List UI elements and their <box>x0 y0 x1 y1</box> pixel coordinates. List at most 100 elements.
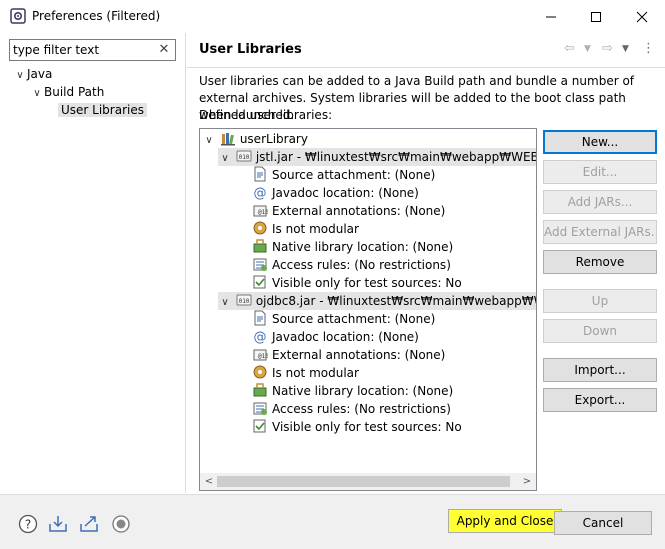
native-library-row[interactable]: Native library location: (None) <box>252 382 453 400</box>
horizontal-scrollbar[interactable]: < > <box>200 473 536 490</box>
add-external-jars-button[interactable]: Add External JARs... <box>543 220 657 244</box>
native-library-row[interactable]: Native library location: (None) <box>252 238 453 256</box>
source-attachment-label: Source attachment: (None) <box>272 312 436 326</box>
module-row[interactable]: Is not modular <box>252 364 359 382</box>
minimize-button[interactable] <box>528 0 574 33</box>
edit-button[interactable]: Edit... <box>543 160 657 184</box>
dialog-footer: ? Apply and Close Cancel <box>0 494 665 549</box>
test-visibility-icon <box>253 275 266 289</box>
test-visibility-row[interactable]: Visible only for test sources: No <box>252 418 462 436</box>
page-navigation: ⇦ ▼ ⇨ ▼ ⋮ <box>562 41 658 59</box>
annotations-icon: @10 <box>253 205 268 217</box>
native-library-label: Native library location: (None) <box>272 384 454 398</box>
add-jars-button[interactable]: Add JARs... <box>543 190 657 214</box>
svg-text:010: 010 <box>238 298 249 305</box>
access-rules-row[interactable]: Access rules: (No restrictions) <box>252 400 451 418</box>
title-bar: Preferences (Filtered) <box>0 0 665 33</box>
jar-label: jstl.jar - ₩linuxtest₩src₩main₩webapp₩WE… <box>255 150 536 164</box>
back-arrow-icon[interactable]: ⇦ <box>564 41 575 56</box>
close-icon <box>636 11 648 22</box>
library-row[interactable]: ∨ userLibrary <box>202 130 308 148</box>
filter-field[interactable]: ✕ <box>9 39 176 61</box>
scrollbar-thumb[interactable] <box>217 476 510 487</box>
jar-row[interactable]: ∨ 010 jstl.jar - ₩linuxtest₩src₩main₩web… <box>218 148 536 166</box>
export-preferences-icon[interactable] <box>79 514 99 534</box>
user-libraries-tree[interactable]: ∨ userLibrary ∨ 010 jstl.jar - ₩linuxtes… <box>199 128 537 491</box>
javadoc-icon: @ <box>254 330 267 344</box>
chevron-down-icon[interactable]: ▼ <box>622 44 629 54</box>
tree-node-label: Java <box>27 67 53 81</box>
javadoc-icon: @ <box>254 186 267 200</box>
javadoc-row[interactable]: @ Javadoc location: (None) <box>252 184 419 202</box>
tree-node-java[interactable]: ∨ Java <box>13 65 52 83</box>
tree-node-build-path[interactable]: ∨ Build Path <box>30 83 104 101</box>
svg-text:010: 010 <box>238 154 249 161</box>
jar-icon: 010 <box>236 294 252 306</box>
tree-node-label: Build Path <box>44 85 105 99</box>
remove-button[interactable]: Remove <box>543 250 657 274</box>
page-title: User Libraries <box>199 42 302 57</box>
preferences-icon <box>10 8 26 24</box>
native-library-icon <box>253 383 267 397</box>
access-rules-row[interactable]: Access rules: (No restrictions) <box>252 256 451 274</box>
chevron-down-icon[interactable]: ∨ <box>13 67 27 85</box>
external-annotations-row[interactable]: @10 External annotations: (None) <box>252 346 445 364</box>
svg-text:?: ? <box>25 518 31 532</box>
forward-arrow-icon[interactable]: ⇨ <box>602 41 613 56</box>
minimize-icon <box>546 16 556 17</box>
module-label: Is not modular <box>272 222 359 236</box>
chevron-down-icon[interactable]: ▼ <box>584 44 591 54</box>
native-library-icon <box>253 239 267 253</box>
more-options-icon[interactable]: ⋮ <box>642 41 655 56</box>
chevron-down-icon[interactable]: ∨ <box>202 132 216 150</box>
external-annotations-row[interactable]: @10 External annotations: (None) <box>252 202 445 220</box>
source-attachment-icon <box>254 310 266 326</box>
tree-node-label: User Libraries <box>58 103 147 117</box>
close-button[interactable] <box>619 0 665 33</box>
access-rules-icon <box>253 258 267 271</box>
module-label: Is not modular <box>272 366 359 380</box>
filter-input[interactable] <box>13 42 153 58</box>
test-visibility-row[interactable]: Visible only for test sources: No <box>252 274 462 292</box>
help-icon[interactable]: ? <box>18 514 38 534</box>
down-button[interactable]: Down <box>543 319 657 343</box>
apply-and-close-button[interactable]: Apply and Close <box>448 509 562 533</box>
jar-label: ojdbc8.jar - ₩linuxtest₩src₩main₩webapp₩… <box>255 294 536 308</box>
clear-filter-icon[interactable]: ✕ <box>157 42 171 58</box>
chevron-down-icon[interactable]: ∨ <box>218 294 232 312</box>
source-attachment-label: Source attachment: (None) <box>272 168 436 182</box>
import-preferences-icon[interactable] <box>48 514 68 534</box>
record-icon[interactable] <box>111 514 131 534</box>
import-button[interactable]: Import... <box>543 358 657 382</box>
annotations-icon: @10 <box>253 349 268 361</box>
new-button[interactable]: New... <box>543 130 657 154</box>
svg-text:@: @ <box>254 186 267 200</box>
chevron-down-icon[interactable]: ∨ <box>30 85 44 103</box>
javadoc-label: Javadoc location: (None) <box>272 330 419 344</box>
chevron-down-icon[interactable]: ∨ <box>218 150 232 168</box>
library-name: userLibrary <box>239 132 308 146</box>
scroll-right-icon[interactable]: > <box>519 474 535 489</box>
source-attachment-row[interactable]: Source attachment: (None) <box>252 310 435 328</box>
access-rules-label: Access rules: (No restrictions) <box>272 402 451 416</box>
maximize-button[interactable] <box>573 0 619 33</box>
preference-navigation: ✕ ∨Java ∨Build Path User Libraries <box>0 33 186 493</box>
header-divider <box>187 67 665 68</box>
javadoc-row[interactable]: @ Javadoc location: (None) <box>252 328 419 346</box>
jar-row[interactable]: ∨ 010 ojdbc8.jar - ₩linuxtest₩src₩main₩w… <box>218 292 536 310</box>
tree-node-user-libraries[interactable]: User Libraries <box>58 101 147 119</box>
module-row[interactable]: Is not modular <box>252 220 359 238</box>
native-library-label: Native library location: (None) <box>272 240 454 254</box>
cancel-button[interactable]: Cancel <box>554 511 652 535</box>
svg-text:@10: @10 <box>258 353 268 360</box>
jar-icon: 010 <box>236 150 252 162</box>
module-icon <box>253 221 267 235</box>
scroll-left-icon[interactable]: < <box>201 474 217 489</box>
external-annotations-label: External annotations: (None) <box>272 348 446 362</box>
export-button[interactable]: Export... <box>543 388 657 412</box>
window-title: Preferences (Filtered) <box>32 9 161 23</box>
library-icon <box>220 133 235 146</box>
access-rules-label: Access rules: (No restrictions) <box>272 258 451 272</box>
up-button[interactable]: Up <box>543 289 657 313</box>
source-attachment-row[interactable]: Source attachment: (None) <box>252 166 435 184</box>
